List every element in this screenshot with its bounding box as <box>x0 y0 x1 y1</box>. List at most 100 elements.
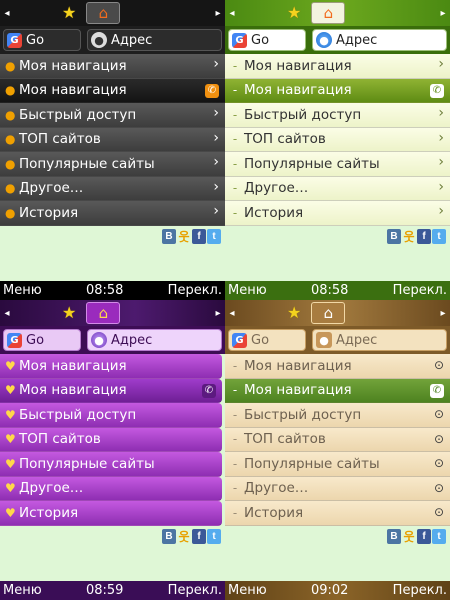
arrow-right-icon[interactable]: ▸ <box>439 308 447 319</box>
menu-item-my-navigation-selected[interactable]: ● Моя навигация ✆ <box>0 78 225 103</box>
bullet-icon: ● <box>5 58 16 73</box>
softkey-bar: Меню 09:02 Перекл. <box>225 581 450 600</box>
twitter-icon[interactable]: t <box>207 229 221 244</box>
switch-softkey[interactable]: Перекл. <box>393 583 447 598</box>
facebook-icon[interactable]: f <box>417 229 431 244</box>
star-icon[interactable]: ★ <box>287 302 301 324</box>
menu-item-quick-access[interactable]: - Быстрый доступ › <box>225 103 450 128</box>
facebook-icon[interactable]: f <box>417 529 431 544</box>
menu-item-history[interactable]: ● История › <box>0 201 225 226</box>
address-field[interactable]: ● Адрес <box>87 329 222 351</box>
menu-item-top-sites[interactable]: ● ТОП сайтов › <box>0 127 225 152</box>
arrow-left-icon[interactable]: ◂ <box>3 308 11 319</box>
menu-item-other[interactable]: ♥ Другое… <box>0 476 222 501</box>
arrow-left-icon[interactable]: ◂ <box>228 8 236 19</box>
arrow-left-icon[interactable]: ◂ <box>228 308 236 319</box>
phone-icon[interactable]: ✆ <box>430 383 444 398</box>
menu-item-popular-sites[interactable]: ● Популярные сайты › <box>0 152 225 177</box>
people-icon[interactable]: 웃 <box>402 529 416 544</box>
chevron-right-icon: › <box>213 203 219 219</box>
menu-item-history[interactable]: - История ⊙ <box>225 501 450 526</box>
address-field[interactable]: ● Адрес <box>87 29 222 51</box>
menu-item-my-navigation[interactable]: ♥ Моя навигация <box>0 354 222 379</box>
tab-bar: ◂ ★ ⌂ ▸ <box>0 0 225 26</box>
arrow-right-icon[interactable]: ▸ <box>439 8 447 19</box>
search-bar: G Go ● Адрес <box>0 26 225 54</box>
tab-bar: ◂ ★ ⌂ ▸ <box>225 0 450 26</box>
menu-item-my-navigation-selected[interactable]: - Моя навигация ✆ <box>225 78 450 103</box>
menu-item-my-navigation[interactable]: ● Моя навигация › <box>0 54 225 79</box>
people-icon[interactable]: 웃 <box>177 229 191 244</box>
facebook-icon[interactable]: f <box>192 229 206 244</box>
switch-softkey[interactable]: Перекл. <box>393 283 447 298</box>
dash-icon: - <box>232 83 238 98</box>
menu-item-top-sites[interactable]: - ТОП сайтов ⊙ <box>225 427 450 452</box>
arrow-right-icon[interactable]: ▸ <box>214 8 222 19</box>
menu-item-label: История <box>244 504 304 521</box>
menu-softkey[interactable]: Меню <box>228 283 267 298</box>
menu-item-quick-access[interactable]: ● Быстрый доступ › <box>0 103 225 128</box>
vk-icon[interactable]: B <box>162 529 176 544</box>
vk-icon[interactable]: B <box>162 229 176 244</box>
google-search-button[interactable]: G Go <box>3 329 81 351</box>
menu-item-popular-sites[interactable]: - Популярные сайты › <box>225 152 450 177</box>
google-search-button[interactable]: G Go <box>3 29 81 51</box>
google-search-button[interactable]: G Go <box>228 329 306 351</box>
menu-softkey[interactable]: Меню <box>228 583 267 598</box>
menu-item-my-navigation-selected[interactable]: - Моя навигация ✆ <box>225 378 450 403</box>
circle-chevron-icon: ⊙ <box>433 431 444 446</box>
twitter-icon[interactable]: t <box>207 529 221 544</box>
phone-icon[interactable]: ✆ <box>205 83 219 98</box>
address-label: Адрес <box>111 32 153 48</box>
menu-item-top-sites[interactable]: ♥ ТОП сайтов <box>0 427 222 452</box>
dash-icon: - <box>232 456 238 471</box>
heart-icon: ♥ <box>5 505 16 520</box>
menu-item-popular-sites[interactable]: ♥ Популярные сайты <box>0 452 222 477</box>
menu-item-my-navigation[interactable]: - Моя навигация › <box>225 54 450 79</box>
home-icon[interactable]: ⌂ <box>86 2 121 24</box>
vk-icon[interactable]: B <box>387 229 401 244</box>
facebook-icon[interactable]: f <box>192 529 206 544</box>
google-search-button[interactable]: G Go <box>228 29 306 51</box>
heart-icon: ♥ <box>5 481 16 496</box>
menu-item-history[interactable]: ♥ История <box>0 501 222 526</box>
menu-item-my-navigation-selected[interactable]: ♥ Моя навигация ✆ <box>0 378 222 403</box>
home-icon[interactable]: ⌂ <box>311 2 346 24</box>
dash-icon: - <box>232 58 238 73</box>
twitter-icon[interactable]: t <box>432 529 446 544</box>
heart-icon: ♥ <box>5 456 16 471</box>
menu-item-quick-access[interactable]: ♥ Быстрый доступ <box>0 403 222 428</box>
home-icon[interactable]: ⌂ <box>86 302 121 324</box>
menu-item-my-navigation[interactable]: - Моя навигация ⊙ <box>225 354 450 379</box>
heart-icon: ♥ <box>5 432 16 447</box>
switch-softkey[interactable]: Перекл. <box>168 283 222 298</box>
star-icon[interactable]: ★ <box>62 2 76 24</box>
arrow-left-icon[interactable]: ◂ <box>3 8 11 19</box>
menu-item-history[interactable]: - История › <box>225 201 450 226</box>
menu-softkey[interactable]: Меню <box>3 283 42 298</box>
arrow-right-icon[interactable]: ▸ <box>214 308 222 319</box>
twitter-icon[interactable]: t <box>432 229 446 244</box>
menu-item-top-sites[interactable]: - ТОП сайтов › <box>225 127 450 152</box>
menu-item-quick-access[interactable]: - Быстрый доступ ⊙ <box>225 403 450 428</box>
people-icon[interactable]: 웃 <box>177 529 191 544</box>
vk-icon[interactable]: B <box>387 529 401 544</box>
home-icon[interactable]: ⌂ <box>311 302 346 324</box>
menu-item-popular-sites[interactable]: - Популярные сайты ⊙ <box>225 452 450 477</box>
menu-softkey[interactable]: Меню <box>3 583 42 598</box>
people-icon[interactable]: 웃 <box>402 229 416 244</box>
phone-icon[interactable]: ✆ <box>430 83 444 98</box>
menu-item-label: Моя навигация <box>244 57 352 74</box>
star-icon[interactable]: ★ <box>62 302 76 324</box>
switch-softkey[interactable]: Перекл. <box>168 583 222 598</box>
screen-beige-theme: ◂ ★ ⌂ ▸ G Go ● Адрес - Моя навигация ⊙ - Мо… <box>225 300 450 600</box>
phone-icon[interactable]: ✆ <box>202 383 216 398</box>
menu-item-other[interactable]: - Другое… ⊙ <box>225 476 450 501</box>
star-icon[interactable]: ★ <box>287 2 301 24</box>
address-field[interactable]: ● Адрес <box>312 329 447 351</box>
circle-chevron-icon: ⊙ <box>433 407 444 421</box>
menu-item-other[interactable]: - Другое… › <box>225 176 450 201</box>
address-label: Адрес <box>111 332 153 348</box>
address-field[interactable]: ● Адрес <box>312 29 447 51</box>
menu-item-other[interactable]: ● Другое… › <box>0 176 225 201</box>
